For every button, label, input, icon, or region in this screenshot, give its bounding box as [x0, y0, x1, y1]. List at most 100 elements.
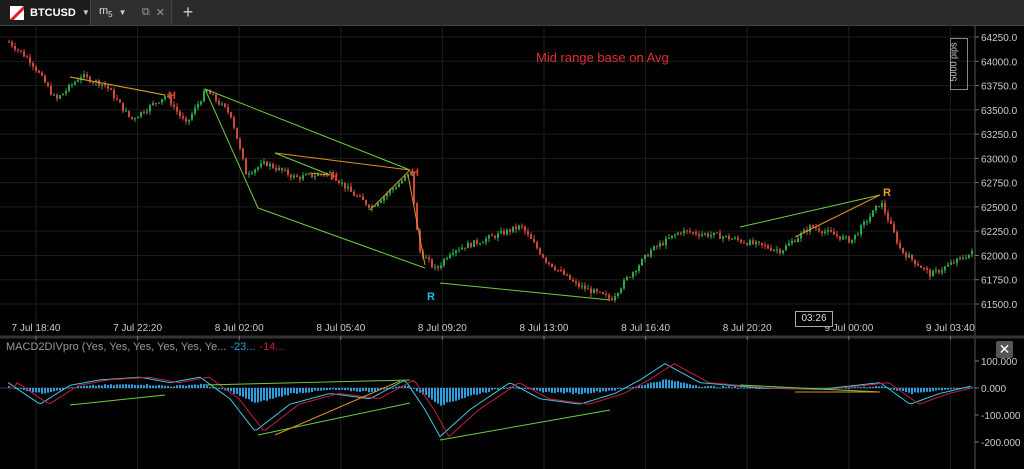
candle-body: [731, 238, 733, 240]
macd-line: [7, 363, 972, 438]
macd-histogram-bar: [536, 388, 538, 391]
candle-body: [182, 116, 184, 119]
macd-histogram-bar: [368, 388, 370, 393]
candle-body: [602, 292, 604, 295]
candle-body: [518, 225, 520, 230]
price-tick-label: 63000.0: [981, 154, 1018, 165]
macd-histogram-bar: [395, 386, 397, 388]
macd-histogram-bar: [230, 388, 232, 392]
candle-body: [551, 263, 553, 268]
macd-histogram-bar: [740, 387, 742, 389]
detach-icon[interactable]: ⧉: [142, 6, 150, 19]
candle-body: [185, 118, 187, 122]
symbol-label: BTCUSD: [30, 6, 76, 19]
candle-body: [116, 98, 118, 100]
candle-body: [536, 242, 538, 249]
candle-body: [425, 257, 427, 259]
macd-histogram-bar: [668, 379, 670, 388]
macd-histogram-bar: [848, 387, 850, 389]
candle-body: [710, 234, 712, 237]
candle-body: [146, 111, 148, 113]
macd-histogram-bar: [359, 388, 361, 392]
candle-body: [830, 229, 832, 232]
marker-label: H: [330, 171, 338, 183]
macd-histogram-bar: [59, 388, 61, 391]
macd-histogram-bar: [326, 388, 328, 391]
macd-histogram-bar: [911, 388, 913, 395]
candle-body: [404, 176, 406, 181]
candle-body: [8, 41, 10, 43]
price-chart[interactable]: 64250.0 64000.0 63750.0 63500.0 63250.0 63000…: [0, 25, 1024, 469]
candle-body: [194, 107, 196, 114]
close-indicator-button[interactable]: ✕: [996, 341, 1013, 358]
macd-histogram-bar: [572, 388, 574, 395]
macd-histogram-bar: [953, 388, 955, 390]
candle-body: [485, 238, 487, 243]
candle-body: [971, 250, 973, 255]
candle-body: [344, 182, 346, 189]
macd-histogram-bar: [689, 384, 691, 388]
macd-histogram-bar: [674, 381, 676, 388]
macd-histogram-bar: [695, 385, 697, 388]
chevron-down-icon[interactable]: ▼: [119, 8, 127, 17]
macd-histogram-bar: [197, 384, 199, 388]
time-tick-label: 8 Jul 05:40: [316, 323, 365, 334]
time-tick-label: 8 Jul 09:20: [418, 323, 467, 334]
tab-timeframe[interactable]: m5 ▼ ⧉ ✕: [91, 0, 172, 25]
macd-histogram-bar: [278, 388, 280, 397]
candle-body: [905, 253, 907, 258]
new-tab-button[interactable]: +: [178, 2, 198, 22]
macd-histogram-bar: [479, 388, 481, 394]
candle-body: [893, 223, 895, 233]
candle-body: [515, 226, 517, 230]
candle-body: [872, 210, 874, 217]
macd-histogram-bar: [353, 388, 355, 391]
candle-body: [773, 249, 775, 251]
candle-body: [125, 110, 127, 112]
macd-histogram-bar: [275, 388, 277, 398]
candle-body: [509, 229, 511, 232]
candle-body: [767, 245, 769, 249]
candle-body: [128, 110, 130, 117]
macd-divergence-line: [69, 394, 166, 406]
candle-body: [140, 111, 142, 117]
macd-histogram-bar: [941, 388, 943, 391]
candle-body: [395, 187, 397, 189]
candle-body: [65, 90, 67, 94]
macd-histogram-bar: [155, 385, 157, 388]
candle-body: [941, 270, 943, 273]
macd-histogram-bar: [557, 388, 559, 393]
price-tick-label: 63500.0: [981, 106, 1018, 117]
macd-histogram-bar: [938, 388, 940, 391]
tab-btcusd[interactable]: BTCUSD ▼: [0, 0, 91, 25]
macd-histogram-bar: [407, 386, 409, 388]
macd-histogram-bar: [599, 388, 601, 393]
macd-histogram-bar: [650, 382, 652, 388]
candle-body: [188, 119, 190, 122]
candle-body: [284, 169, 286, 171]
candle-body: [56, 94, 58, 99]
time-tick-label: 8 Jul 13:00: [520, 323, 569, 334]
macd-histogram-bar: [878, 386, 880, 388]
candle-body: [605, 294, 607, 296]
macd-histogram-bar: [449, 388, 451, 403]
candle-body: [50, 86, 52, 95]
macd-histogram-bar: [455, 388, 457, 401]
candle-body: [299, 177, 301, 180]
macd-histogram-bar: [458, 388, 460, 400]
chevron-down-icon[interactable]: ▼: [82, 8, 90, 17]
candle-body: [23, 51, 25, 57]
broker-logo-icon: [10, 5, 24, 20]
macd-histogram-bar: [266, 388, 268, 401]
macd-histogram-bar: [554, 388, 556, 394]
macd-histogram-bar: [923, 388, 925, 393]
macd-histogram-bar: [302, 388, 304, 394]
candle-body: [914, 259, 916, 265]
macd-histogram-bar: [902, 388, 904, 391]
candle-body: [38, 70, 40, 73]
candle-body: [878, 205, 880, 207]
close-tab-icon[interactable]: ✕: [156, 6, 165, 19]
macd-histogram-bar: [221, 388, 223, 390]
macd-histogram-bar: [365, 388, 367, 392]
candle-body: [791, 240, 793, 244]
